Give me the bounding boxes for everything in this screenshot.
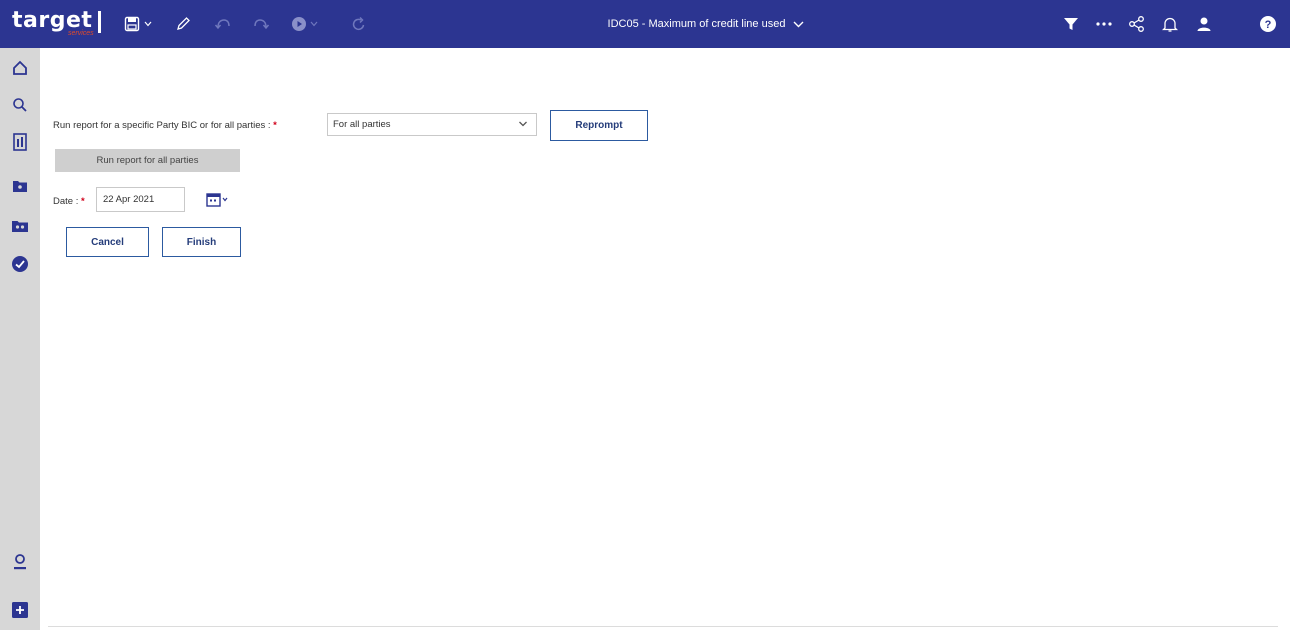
party-select-value: For all parties [333, 119, 391, 130]
date-label: Date : * [53, 196, 85, 207]
logo-subtext: services [68, 30, 94, 37]
home-icon[interactable] [8, 56, 32, 80]
required-marker: * [81, 196, 85, 207]
date-value: 22 Apr 2021 [103, 194, 155, 205]
more-icon[interactable] [1093, 12, 1115, 36]
search-icon[interactable] [8, 93, 32, 117]
footer-divider [48, 626, 1278, 627]
report-title: IDC05 - Maximum of credit line used [607, 18, 786, 30]
team-folder-icon[interactable] [8, 214, 32, 238]
party-prompt-label: Run report for a specific Party BIC or f… [53, 120, 277, 131]
my-folder-icon[interactable] [8, 174, 32, 198]
reprompt-button[interactable]: Reprompt [550, 110, 648, 141]
notification-bell-icon[interactable] [1159, 12, 1181, 36]
required-marker: * [273, 120, 277, 131]
calendar-picker-button[interactable] [205, 191, 229, 209]
run-dropdown-icon[interactable] [308, 12, 320, 36]
save-icon[interactable] [122, 12, 142, 36]
share-icon[interactable] [1126, 12, 1148, 36]
new-icon[interactable] [8, 598, 32, 622]
side-navigation [0, 48, 40, 630]
help-icon[interactable]: ? [1257, 12, 1279, 36]
party-prompt-text: Run report for a specific Party BIC or f… [53, 120, 274, 131]
date-field[interactable]: 22 Apr 2021 [96, 187, 185, 212]
undo-icon[interactable] [212, 12, 234, 36]
chevron-down-icon [519, 121, 527, 127]
date-label-text: Date : [53, 196, 81, 207]
check-icon[interactable] [8, 252, 32, 276]
user-icon[interactable] [1193, 12, 1215, 36]
target-logo: target services [12, 8, 102, 40]
redo-icon[interactable] [250, 12, 272, 36]
chevron-down-icon [793, 21, 804, 27]
refresh-icon[interactable] [350, 12, 368, 36]
finish-button[interactable]: Finish [162, 227, 241, 257]
logo-divider [98, 11, 102, 33]
run-all-parties-button[interactable]: Run report for all parties [55, 149, 240, 172]
content-icon[interactable] [8, 130, 32, 154]
calendar-icon [206, 193, 228, 207]
report-title-dropdown[interactable]: IDC05 - Maximum of credit line used [608, 18, 805, 30]
cancel-button[interactable]: Cancel [66, 227, 149, 257]
account-icon[interactable] [8, 550, 32, 574]
filter-icon[interactable] [1060, 12, 1082, 36]
svg-text:?: ? [1265, 19, 1272, 31]
party-select[interactable]: For all parties [327, 113, 537, 136]
save-dropdown-icon[interactable] [142, 12, 154, 36]
run-icon[interactable] [290, 12, 308, 36]
edit-pencil-icon[interactable] [172, 12, 194, 36]
app-header: target services IDC05 - Maximum of credi… [0, 0, 1290, 48]
prompt-page [40, 48, 1290, 630]
